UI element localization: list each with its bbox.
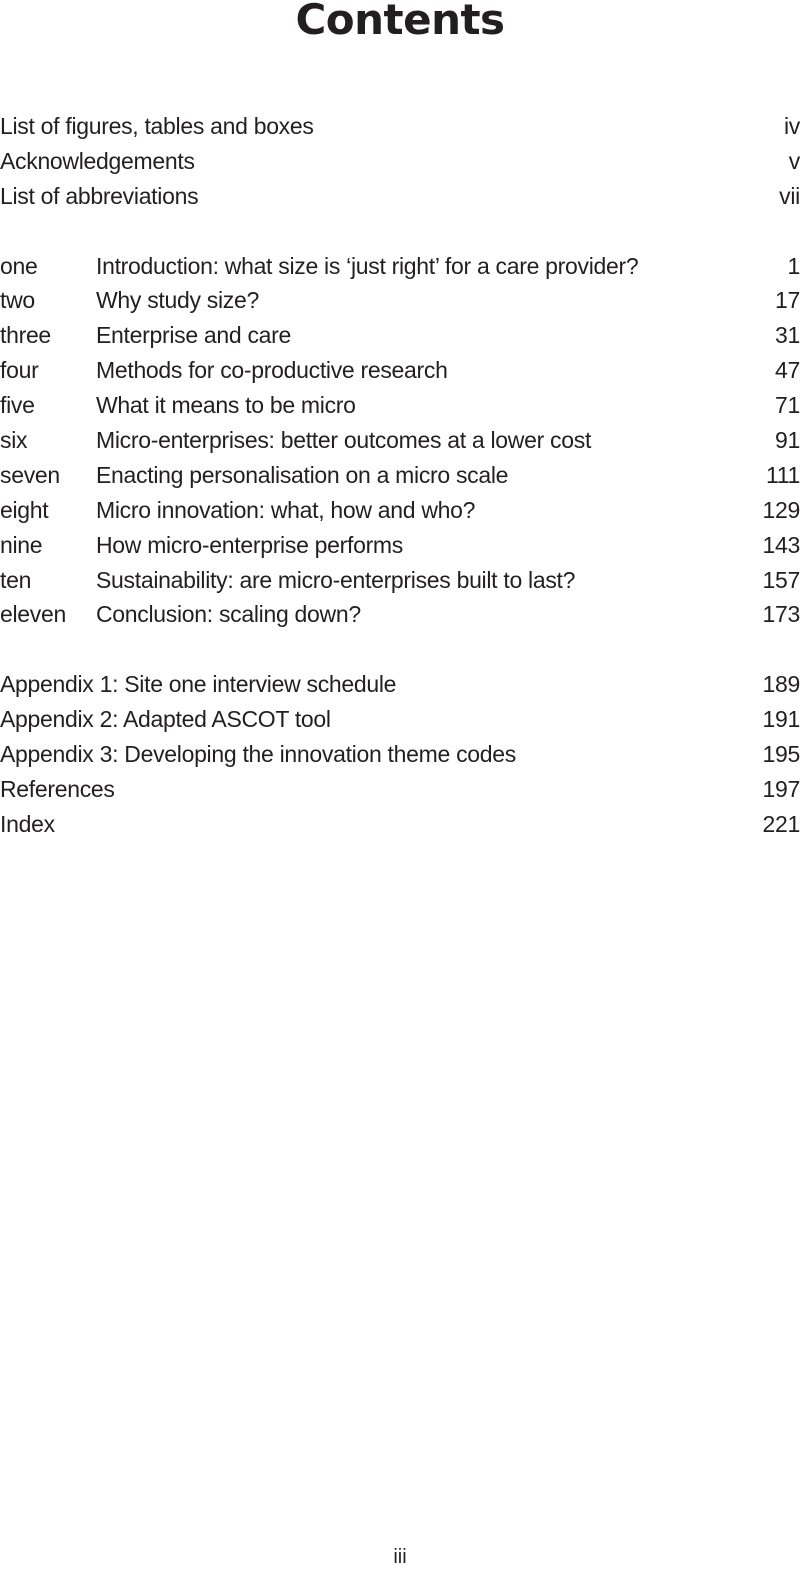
- chapter-number: ten: [0, 563, 31, 598]
- page-number-folio: iii: [0, 1545, 800, 1569]
- chapter-number: five: [0, 388, 35, 423]
- toc-entry-page: 221: [763, 807, 800, 842]
- toc-entry-label: List of figures, tables and boxes: [0, 109, 314, 144]
- toc-entry-chapter[interactable]: four Methods for co-productive research …: [0, 353, 800, 388]
- toc-entry-page: iv: [784, 109, 800, 144]
- toc-entry-page: 195: [763, 737, 800, 772]
- toc-entry-chapter[interactable]: eight Micro innovation: what, how and wh…: [0, 493, 800, 528]
- toc-entry-page: 91: [775, 423, 800, 458]
- toc-entry-page: 17: [775, 283, 800, 318]
- chapter-title: Micro innovation: what, how and who?: [96, 493, 475, 528]
- chapter-number: two: [0, 283, 35, 318]
- toc-entry-label: List of abbreviations: [0, 179, 198, 214]
- section-spacer: [0, 632, 800, 667]
- chapter-title: Methods for co-productive research: [96, 353, 448, 388]
- toc-entry-front-matter[interactable]: List of figures, tables and boxes iv: [0, 109, 800, 144]
- toc-entry-back-matter[interactable]: References 197: [0, 772, 800, 807]
- toc-entry-page: 173: [763, 597, 800, 632]
- toc-entry-label: Appendix 1: Site one interview schedule: [0, 667, 396, 702]
- toc-entry-back-matter[interactable]: Appendix 2: Adapted ASCOT tool 191: [0, 702, 800, 737]
- toc-entry-chapter[interactable]: five What it means to be micro 71: [0, 388, 800, 423]
- chapter-number: nine: [0, 528, 42, 563]
- toc-entry-chapter[interactable]: two Why study size? 17: [0, 283, 800, 318]
- chapter-number: four: [0, 353, 38, 388]
- chapter-title: Enterprise and care: [96, 318, 291, 353]
- toc-entry-page: 111: [766, 458, 800, 493]
- toc-entry-front-matter[interactable]: Acknowledgements v: [0, 144, 800, 179]
- toc-entry-page: 47: [775, 353, 800, 388]
- chapter-title: Conclusion: scaling down?: [96, 597, 361, 632]
- chapter-number: eight: [0, 493, 48, 528]
- toc-entry-back-matter[interactable]: Index 221: [0, 807, 800, 842]
- chapter-number: seven: [0, 458, 60, 493]
- toc-entry-chapter[interactable]: one Introduction: what size is ‘just rig…: [0, 249, 800, 284]
- table-of-contents: List of figures, tables and boxes iv Ack…: [0, 109, 800, 842]
- toc-entry-chapter[interactable]: six Micro-enterprises: better outcomes a…: [0, 423, 800, 458]
- toc-entry-page: 143: [763, 528, 800, 563]
- section-spacer: [0, 214, 800, 249]
- toc-entry-chapter[interactable]: eleven Conclusion: scaling down? 173: [0, 597, 800, 632]
- chapter-number: eleven: [0, 597, 66, 632]
- toc-entry-chapter[interactable]: seven Enacting personalisation on a micr…: [0, 458, 800, 493]
- page-title: Contents: [0, 0, 800, 48]
- chapter-title: Introduction: what size is ‘just right’ …: [96, 249, 638, 284]
- chapter-title: Micro-enterprises: better outcomes at a …: [96, 423, 591, 458]
- chapter-title: Enacting personalisation on a micro scal…: [96, 458, 508, 493]
- toc-entry-page: 189: [763, 667, 800, 702]
- toc-entry-page: 1: [788, 249, 800, 284]
- chapter-title: How micro-enterprise performs: [96, 528, 403, 563]
- chapter-title: Why study size?: [96, 283, 259, 318]
- toc-entry-back-matter[interactable]: Appendix 3: Developing the innovation th…: [0, 737, 800, 772]
- toc-entry-page: 71: [775, 388, 800, 423]
- toc-entry-label: References: [0, 772, 115, 807]
- toc-entry-page: vii: [779, 179, 800, 214]
- toc-entry-label: Appendix 3: Developing the innovation th…: [0, 737, 516, 772]
- toc-entry-page: 31: [775, 318, 800, 353]
- toc-entry-chapter[interactable]: nine How micro-enterprise performs 143: [0, 528, 800, 563]
- chapter-number: three: [0, 318, 51, 353]
- toc-entry-page: 191: [763, 702, 800, 737]
- toc-entry-page: 129: [763, 493, 800, 528]
- toc-entry-page: v: [789, 144, 800, 179]
- toc-entry-back-matter[interactable]: Appendix 1: Site one interview schedule …: [0, 667, 800, 702]
- chapter-number: six: [0, 423, 27, 458]
- chapter-number: one: [0, 249, 37, 284]
- toc-entry-chapter[interactable]: three Enterprise and care 31: [0, 318, 800, 353]
- toc-entry-label: Acknowledgements: [0, 144, 195, 179]
- toc-entry-label: Appendix 2: Adapted ASCOT tool: [0, 702, 331, 737]
- toc-entry-chapter[interactable]: ten Sustainability: are micro-enterprise…: [0, 563, 800, 598]
- toc-entry-page: 197: [763, 772, 800, 807]
- toc-entry-label: Index: [0, 807, 55, 842]
- toc-entry-page: 157: [763, 563, 800, 598]
- toc-entry-front-matter[interactable]: List of abbreviations vii: [0, 179, 800, 214]
- chapter-title: Sustainability: are micro-enterprises bu…: [96, 563, 575, 598]
- chapter-title: What it means to be micro: [96, 388, 356, 423]
